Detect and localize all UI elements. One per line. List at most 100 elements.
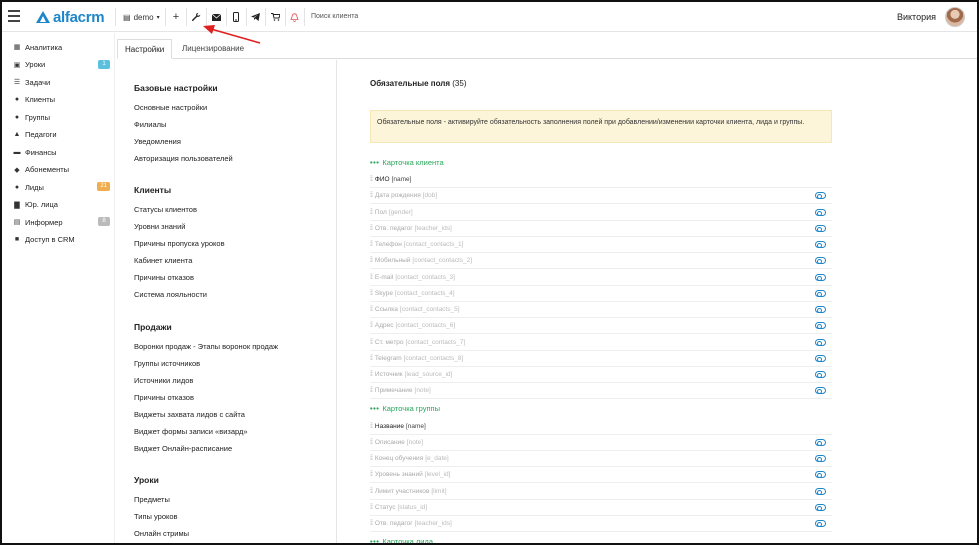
branch-selector[interactable]: ▤ demo ▾	[123, 11, 160, 23]
required-toggle[interactable]	[815, 192, 826, 200]
drag-handle-icon[interactable]: ⁞⁞	[370, 209, 373, 216]
required-toggle[interactable]	[815, 503, 826, 511]
field-name: ФИО	[374, 176, 390, 183]
required-toggle[interactable]	[815, 471, 826, 479]
hamburger-menu-icon[interactable]	[8, 10, 20, 22]
settings-link[interactable]: Система лояльности	[134, 290, 207, 299]
settings-link[interactable]: Группы источников	[134, 359, 200, 368]
mobile-icon[interactable]	[229, 10, 243, 24]
settings-link[interactable]: Типы уроков	[134, 512, 178, 521]
drag-handle-icon[interactable]: ⁞⁞	[370, 339, 373, 346]
sidebar-item[interactable]: ● Лиды 21	[12, 180, 110, 194]
drag-handle-icon[interactable]: ⁞⁞	[370, 176, 373, 183]
settings-nav: Базовые настройки Основные настройки Филиа…	[117, 60, 337, 543]
required-toggle[interactable]	[815, 273, 826, 281]
settings-link[interactable]: Кабинет клиента	[134, 256, 192, 265]
section-header[interactable]: ••• Карточка клиента	[370, 155, 444, 169]
required-toggle[interactable]	[815, 455, 826, 462]
required-toggle[interactable]	[815, 438, 826, 446]
section-dots: •••	[370, 536, 380, 545]
settings-link[interactable]: Онлайн стримы	[134, 529, 189, 538]
settings-link[interactable]: Виджеты захвата лидов с сайта	[134, 410, 245, 419]
sidebar-item[interactable]: ◆ Абонементы	[12, 163, 110, 177]
required-toggle[interactable]	[815, 208, 826, 216]
settings-link[interactable]: Предметы	[134, 495, 170, 504]
required-toggle[interactable]	[815, 520, 826, 527]
drag-handle-icon[interactable]: ⁞⁞	[370, 387, 373, 394]
drag-handle-icon[interactable]: ⁞⁞	[370, 355, 373, 362]
envelope-icon[interactable]	[209, 10, 223, 24]
user-name[interactable]: Виктория	[897, 12, 936, 22]
section-header[interactable]: ••• Карточка группы	[370, 402, 440, 416]
tab-licensing[interactable]: Лицензирование	[175, 39, 251, 59]
sidebar-item[interactable]: ▦ Аналитика	[12, 40, 110, 54]
wrench-icon[interactable]	[189, 10, 203, 24]
required-toggle[interactable]	[815, 257, 826, 265]
settings-section-heading: Уроки	[134, 475, 159, 485]
bell-icon[interactable]	[287, 10, 301, 24]
lock-icon: ■	[14, 236, 20, 243]
settings-link[interactable]: Источники лидов	[134, 376, 193, 385]
settings-link[interactable]: Причины пропуска уроков	[134, 239, 225, 248]
sidebar-item[interactable]: ▤ Информер 8	[12, 215, 110, 229]
drag-handle-icon[interactable]: ⁞⁞	[370, 423, 373, 430]
settings-link[interactable]: Воронки продаж - Этапы воронок продаж	[134, 342, 278, 351]
drag-handle-icon[interactable]: ⁞⁞	[370, 322, 373, 329]
drag-handle-icon[interactable]: ⁞⁞	[370, 241, 373, 248]
info-alert: Обязательные поля - активируйте обязател…	[370, 110, 832, 143]
required-toggle[interactable]	[815, 224, 826, 232]
required-toggle[interactable]	[815, 354, 826, 362]
required-toggle[interactable]	[815, 387, 826, 395]
drag-handle-icon[interactable]: ⁞⁞	[370, 257, 373, 264]
required-toggle[interactable]	[815, 289, 826, 297]
field-key: [gender]	[388, 208, 413, 216]
settings-link[interactable]: Уровни знаний	[134, 222, 185, 231]
sidebar-item[interactable]: ● Клиенты	[12, 93, 110, 107]
drag-handle-icon[interactable]: ⁞⁞	[370, 290, 373, 297]
required-toggle[interactable]	[815, 241, 826, 248]
required-toggle[interactable]	[815, 338, 826, 346]
settings-section-heading: Клиенты	[134, 185, 172, 195]
drag-handle-icon[interactable]: ⁞⁞	[370, 371, 373, 378]
logo[interactable]: alfacrm	[36, 9, 105, 26]
sidebar-item[interactable]: ■ Доступ в CRM	[12, 233, 110, 247]
settings-link[interactable]: Авторизация пользователей	[134, 154, 233, 163]
drag-handle-icon[interactable]: ⁞⁞	[370, 225, 373, 232]
settings-link[interactable]: Филиалы	[134, 120, 166, 129]
settings-link[interactable]: Статусы клиентов	[134, 205, 197, 214]
telegram-icon[interactable]	[248, 10, 262, 24]
drag-handle-icon[interactable]: ⁞⁞	[370, 520, 373, 527]
required-toggle[interactable]	[815, 371, 826, 378]
drag-handle-icon[interactable]: ⁞⁞	[370, 504, 373, 511]
drag-handle-icon[interactable]: ⁞⁞	[370, 455, 373, 462]
drag-handle-icon[interactable]: ⁞⁞	[370, 192, 373, 199]
avatar[interactable]	[945, 7, 965, 27]
drag-handle-icon[interactable]: ⁞⁞	[370, 471, 373, 478]
section-header[interactable]: ••• Карточка лида	[370, 534, 433, 545]
drag-handle-icon[interactable]: ⁞⁞	[370, 488, 373, 495]
sidebar-item[interactable]: ☰ Задачи	[12, 75, 110, 89]
settings-link[interactable]: Причины отказов	[134, 393, 194, 402]
settings-link[interactable]: Основные настройки	[134, 103, 207, 112]
field-row: ⁞⁞ Ст. метро [contact_contacts_7]	[370, 335, 832, 351]
drag-handle-icon[interactable]: ⁞⁞	[370, 306, 373, 313]
drag-handle-icon[interactable]: ⁞⁞	[370, 439, 373, 446]
sidebar-item[interactable]: ▇ Юр. лица	[12, 198, 110, 212]
required-toggle[interactable]	[815, 487, 826, 495]
required-toggle[interactable]	[815, 322, 826, 330]
settings-link[interactable]: Виджет Онлайн-расписание	[134, 444, 232, 453]
sidebar-item[interactable]: ▬ Финансы	[12, 145, 110, 159]
cart-icon[interactable]	[268, 10, 282, 24]
plus-icon[interactable]: +	[169, 10, 183, 24]
field-row: ⁞⁞ Отв. педагог [teacher_ids]	[370, 516, 832, 532]
settings-link[interactable]: Виджет формы записи «визард»	[134, 427, 248, 436]
client-search[interactable]: Поиск клиента	[311, 13, 358, 20]
drag-handle-icon[interactable]: ⁞⁞	[370, 274, 373, 281]
sidebar-item[interactable]: ▣ Уроки 1	[12, 58, 110, 72]
required-toggle[interactable]	[815, 306, 826, 313]
settings-link[interactable]: Причины отказов	[134, 273, 194, 282]
sidebar-item[interactable]: ● Группы	[12, 110, 110, 124]
tab-settings[interactable]: Настройки	[117, 39, 173, 59]
sidebar-item[interactable]: ▲ Педагоги	[12, 128, 110, 142]
settings-link[interactable]: Уведомления	[134, 137, 181, 146]
